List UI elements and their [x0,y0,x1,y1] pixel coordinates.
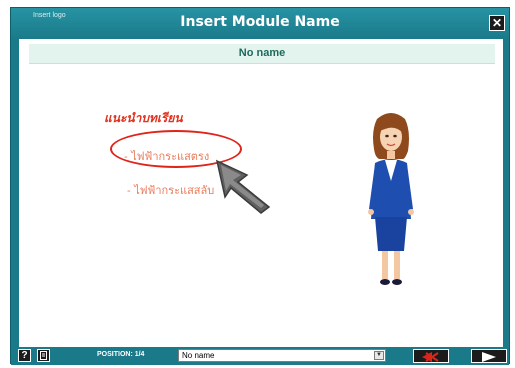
position-indicator: POSITION: 1/4 [97,351,145,358]
next-button[interactable] [471,349,507,363]
help-button[interactable]: ? [18,349,31,362]
lesson-item-ac[interactable]: - ไฟฟ้ากระแสสลับ [127,181,214,199]
module-title: Insert Module Name [180,14,340,30]
title-bar: Insert logo Insert Module Name ✕ [11,8,509,39]
content-area: No name แนะนำบทเรียน - ไฟฟ้ากระแสตรง - ไ… [19,39,503,347]
page-select-value: No name [182,351,215,360]
chevron-down-icon[interactable]: ▼ [374,351,384,360]
help-icon: ? [21,350,28,361]
page-select[interactable]: No name ▼ [178,349,386,362]
bottom-toolbar: ? POSITION: 1/4 No name ▼ [11,347,509,365]
previous-arrow-icon [422,352,439,362]
lesson-title: แนะนำบทเรียน [104,111,183,125]
lesson-item-dc[interactable]: - ไฟฟ้ากระแสตรง [124,147,209,165]
presenter-character [368,113,414,285]
document-icon [40,351,47,360]
page-subheader: No name [29,44,495,64]
close-button[interactable]: ✕ [489,15,505,31]
app-window: Insert logo Insert Module Name ✕ No name… [10,7,510,365]
menu-button[interactable] [37,349,50,362]
close-icon: ✕ [491,16,503,30]
previous-button[interactable] [413,349,449,363]
pointer-arrow-icon [215,159,271,214]
next-arrow-icon [482,352,496,362]
